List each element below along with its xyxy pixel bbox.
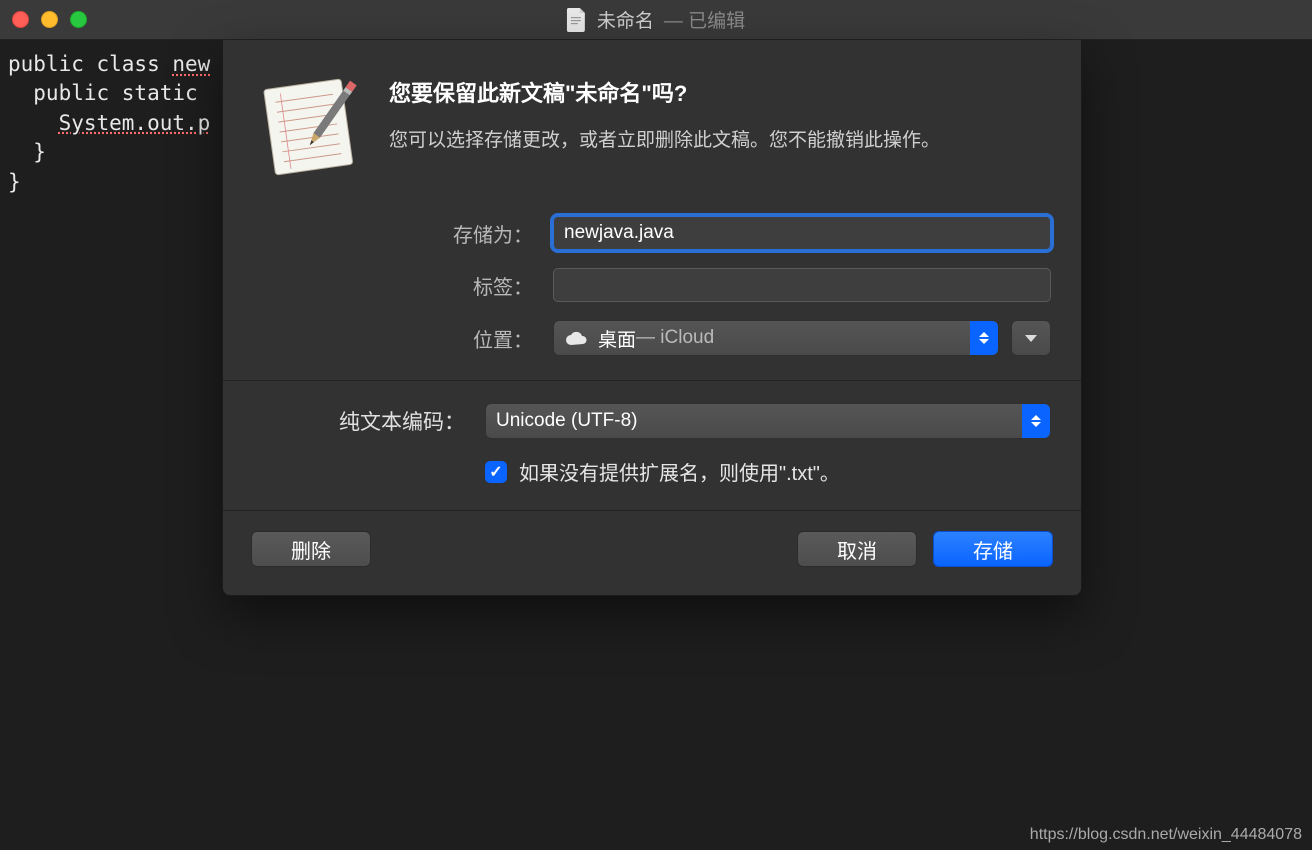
location-label: 位置： xyxy=(253,324,553,353)
traffic-lights xyxy=(12,11,87,28)
use-txt-extension-label: 如果没有提供扩展名，则使用".txt"。 xyxy=(519,457,840,486)
document-icon xyxy=(567,8,587,32)
dialog-button-bar: 删除 取消 存储 xyxy=(223,511,1081,595)
use-txt-extension-checkbox[interactable]: ✓ xyxy=(485,461,507,483)
dropdown-arrows-icon xyxy=(970,321,998,355)
tags-label: 标签： xyxy=(253,271,553,300)
maximize-window-button[interactable] xyxy=(70,11,87,28)
tags-input[interactable] xyxy=(553,268,1051,302)
window-title-text: 未命名 xyxy=(597,6,654,33)
window-title: 未命名 — 已编辑 xyxy=(567,6,745,33)
dropdown-arrows-icon xyxy=(1022,404,1050,438)
dialog-subtitle: 您可以选择存储更改，或者立即删除此文稿。您不能撤销此操作。 xyxy=(389,126,1051,155)
encoding-label: 纯文本编码： xyxy=(253,406,485,436)
location-value-main: 桌面 xyxy=(598,325,636,352)
save-button[interactable]: 存储 xyxy=(933,531,1053,567)
watermark-text: https://blog.csdn.net/weixin_44484078 xyxy=(1030,826,1302,844)
encoding-dropdown[interactable]: Unicode (UTF-8) xyxy=(485,403,1051,439)
window-edited-badge: — 已编辑 xyxy=(664,6,745,33)
checkmark-icon: ✓ xyxy=(489,462,502,482)
expand-save-panel-button[interactable] xyxy=(1011,320,1051,356)
minimize-window-button[interactable] xyxy=(41,11,58,28)
delete-button[interactable]: 删除 xyxy=(251,531,371,567)
encoding-value: Unicode (UTF-8) xyxy=(496,410,637,432)
save-as-label: 存储为： xyxy=(253,219,553,248)
textedit-app-icon xyxy=(253,70,363,180)
window-titlebar: 未命名 — 已编辑 xyxy=(0,0,1312,40)
chevron-down-icon xyxy=(1025,335,1037,342)
cloud-icon xyxy=(564,330,588,346)
cancel-button[interactable]: 取消 xyxy=(797,531,917,567)
filename-input[interactable] xyxy=(553,216,1051,250)
location-value-sub: — iCloud xyxy=(636,327,714,349)
location-dropdown[interactable]: 桌面 — iCloud xyxy=(553,320,999,356)
save-dialog-sheet: 您要保留此新文稿"未命名"吗? 您可以选择存储更改，或者立即删除此文稿。您不能撤… xyxy=(222,40,1082,596)
close-window-button[interactable] xyxy=(12,11,29,28)
dialog-title: 您要保留此新文稿"未命名"吗? xyxy=(389,76,1051,108)
